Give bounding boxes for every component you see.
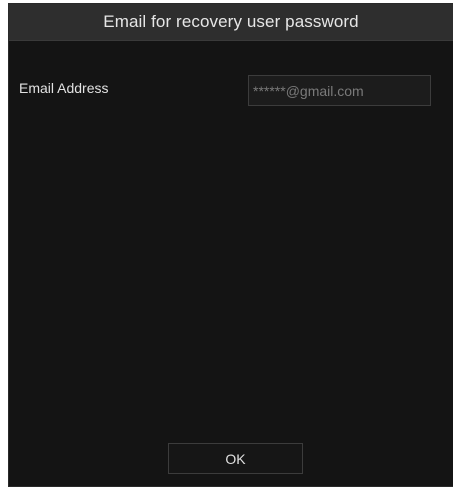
- dialog-title: Email for recovery user password: [103, 12, 359, 31]
- email-recovery-dialog: Email for recovery user password Email A…: [8, 3, 453, 487]
- email-address-input[interactable]: [248, 75, 431, 106]
- email-address-label: Email Address: [19, 80, 109, 96]
- dialog-titlebar: Email for recovery user password: [9, 4, 453, 41]
- ok-button[interactable]: OK: [168, 443, 303, 474]
